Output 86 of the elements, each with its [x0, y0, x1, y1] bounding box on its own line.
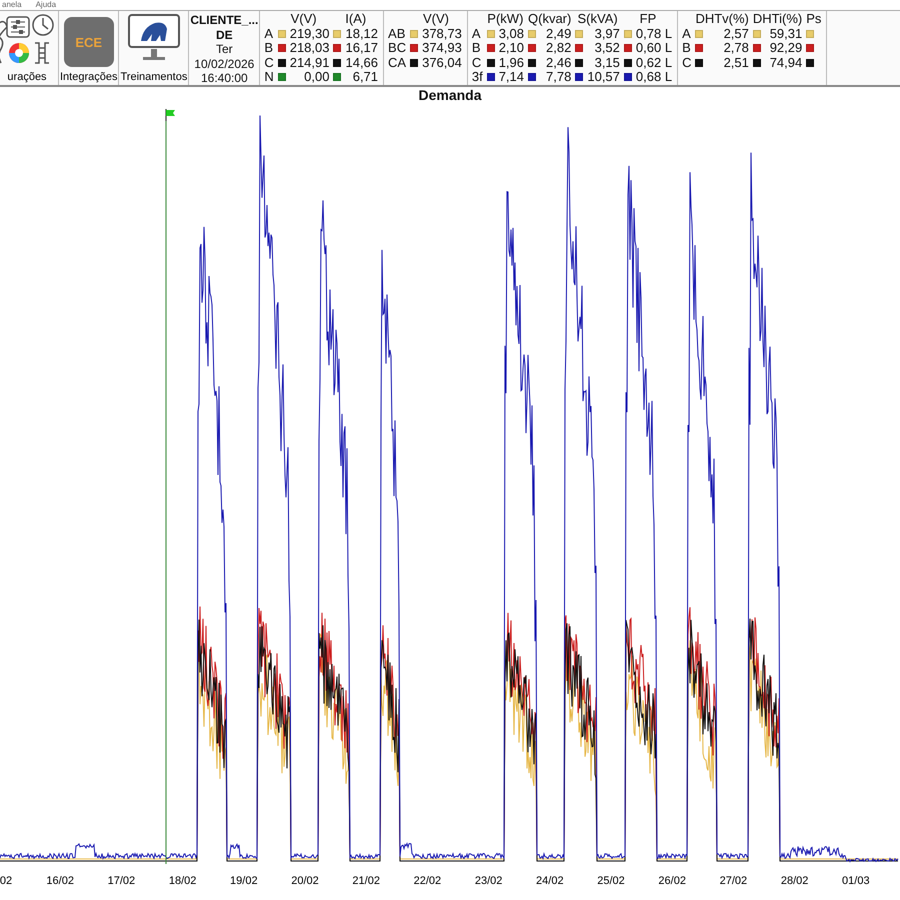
reading-value: 59,31 [770, 26, 802, 41]
monitor-icon [126, 13, 181, 63]
flag-icon[interactable] [166, 108, 175, 122]
phase-label: C [472, 56, 482, 70]
reading-value: 376,04 [422, 56, 462, 70]
reading-value: 3,97 [594, 26, 620, 41]
date-axis-label: 21/02 [352, 875, 380, 887]
ece-logo: ECE [64, 17, 114, 67]
phase-label: B [264, 41, 274, 56]
reading-value: 0,62 L [636, 56, 672, 70]
date-axis-label: 02 [0, 875, 12, 887]
phase-label: CA [388, 56, 406, 70]
column-header: V(V) [290, 12, 318, 26]
phase-label: N [264, 70, 274, 84]
phase-label: C [682, 56, 692, 70]
reading-value: 7,78 [546, 70, 572, 84]
reading-value: 16,17 [345, 41, 378, 56]
column-header: FP [638, 12, 658, 26]
column-header: DHTv(%) [695, 12, 749, 26]
chart-title: Demanda [417, 87, 483, 104]
menu-item[interactable]: Ajuda [36, 0, 56, 10]
date-axis-label: 23/02 [474, 875, 502, 887]
reading-value: 219,30 [290, 26, 330, 41]
date-axis-label: 17/02 [108, 875, 136, 887]
phase-label: A [682, 26, 692, 41]
toolbar-button[interactable]: Treinamentos [119, 11, 190, 85]
date-axis-label: 18/02 [168, 875, 196, 887]
column-header: I(A) [344, 12, 368, 26]
toolbar-button[interactable]: urações [0, 11, 59, 85]
phase-label: C [264, 56, 274, 70]
column-header: Ps [806, 12, 822, 26]
date-axis-label: 16/02 [46, 875, 74, 887]
column-header: Q(kvar) [528, 12, 572, 26]
phase-label: BC [388, 41, 406, 56]
column-header: P(kW) [486, 12, 524, 26]
reading-value: 14,66 [345, 56, 378, 70]
reading-value: 378,73 [422, 26, 462, 41]
reading-value: 374,93 [422, 41, 462, 56]
reading-value: 218,03 [290, 41, 330, 56]
reading-value: 6,71 [352, 70, 378, 84]
column-header: DHTi(%) [752, 12, 802, 26]
date-axis-label: 24/02 [536, 875, 564, 887]
reading-value: 18,12 [345, 26, 378, 41]
reading-value: 2,46 [546, 56, 572, 70]
reading-value: 0,78 L [636, 26, 672, 41]
date-axis-label: 20/02 [291, 875, 319, 887]
date-axis-label: 19/02 [230, 875, 258, 887]
date-axis-label: 01/03 [842, 875, 870, 887]
reading-value: 2,10 [498, 41, 524, 56]
reading-value: 74,94 [770, 56, 802, 70]
reading-value: 214,91 [290, 56, 330, 70]
date-axis-label: 28/02 [780, 875, 808, 887]
column-header: V(V) [422, 12, 450, 26]
reading-value: 0,60 L [636, 41, 672, 56]
reading-value: 92,29 [770, 41, 802, 56]
date: 10/02/2026 [194, 56, 254, 71]
phase-label: A [264, 26, 274, 41]
date-axis-label: 22/02 [414, 875, 442, 887]
reading-value: 2,57 [724, 26, 749, 41]
reading-value: 0,00 [304, 70, 330, 84]
reading-value: 2,49 [546, 26, 572, 41]
reading-value: 3,52 [594, 41, 620, 56]
phase-label: B [682, 41, 692, 56]
reading-value: 2,51 [724, 56, 749, 70]
reading-value: 3,08 [498, 26, 524, 41]
reading-value: 2,82 [546, 41, 572, 56]
date-axis-label: 27/02 [720, 875, 748, 887]
toolbar-button[interactable]: ECE Integrações [59, 11, 120, 85]
phase-label: B [472, 41, 482, 56]
date-axis-label: 26/02 [658, 875, 686, 887]
reading-value: 0,68 L [636, 70, 672, 84]
client-name: CLIENTE_... [190, 13, 258, 28]
menu-item[interactable]: anela [2, 0, 22, 10]
reading-value: 1,96 [498, 56, 524, 70]
reading-value: 10,57 [587, 70, 620, 84]
reading-value: 7,14 [498, 70, 524, 84]
date-axis-label: 25/02 [597, 875, 625, 887]
reading-value: 2,78 [724, 41, 749, 56]
client-code: DE [216, 28, 233, 42]
phase-label: A [472, 26, 482, 41]
phase-label: AB [388, 26, 406, 41]
column-header: S(kVA) [576, 12, 619, 26]
phase-label: 3f [472, 70, 483, 84]
weekday: Ter [216, 42, 233, 56]
reading-value: 3,15 [594, 56, 620, 70]
time: 16:40:00 [200, 71, 248, 85]
